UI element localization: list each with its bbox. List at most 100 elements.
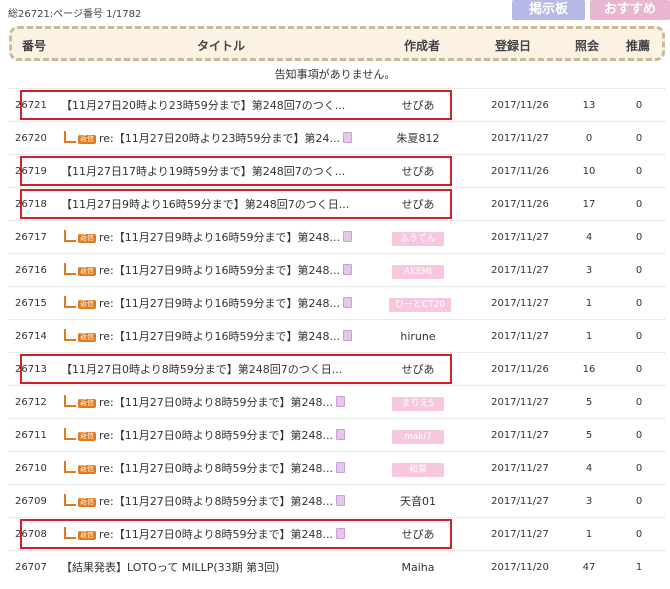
post-title[interactable]: 返信 re:【11月27日9時より16時59分まで】第248... bbox=[61, 221, 381, 255]
reply-badge: 返信 bbox=[78, 399, 96, 408]
post-views: 4 bbox=[585, 232, 593, 243]
author-name[interactable]: maki7 bbox=[392, 430, 444, 444]
post-title-text[interactable]: 【結果発表】LOTOって MILLP(33期 第3回) bbox=[61, 561, 279, 574]
post-author: Maiha bbox=[389, 551, 447, 585]
author-name[interactable]: hirune bbox=[400, 330, 435, 343]
author-name[interactable]: ふうてん bbox=[392, 232, 444, 246]
post-title[interactable]: 返信 re:【11月27日0時より8時59分まで】第248... bbox=[61, 386, 381, 420]
author-name[interactable]: Maiha bbox=[402, 561, 435, 574]
post-date: 2017/11/27 bbox=[491, 397, 549, 408]
post-title[interactable]: 返信 re:【11月27日0時より8時59分まで】第248... bbox=[61, 485, 381, 519]
post-recommend: 1 bbox=[635, 562, 643, 573]
table-row[interactable]: 26715 返信 re:【11月27日9時より16時59分まで】第248... ひーと… bbox=[9, 286, 665, 321]
recommend-button[interactable]: おすすめ bbox=[590, 0, 670, 20]
post-number: 26707 bbox=[15, 562, 47, 573]
post-recommend: 0 bbox=[635, 463, 643, 474]
author-name[interactable]: 和草 bbox=[392, 463, 444, 477]
table-row[interactable]: 26720 返信 re:【11月27日20時より23時59分まで】第24... 朱夏8… bbox=[9, 121, 665, 156]
header-views: 照会 bbox=[575, 39, 600, 53]
post-recommend: 0 bbox=[635, 232, 643, 243]
post-title-text[interactable]: re:【11月27日0時より8時59分まで】第248... bbox=[99, 462, 333, 475]
post-date: 2017/11/27 bbox=[491, 430, 549, 441]
post-date: 2017/11/27 bbox=[491, 529, 549, 540]
post-number: 26714 bbox=[15, 331, 47, 342]
author-name[interactable]: 朱夏812 bbox=[397, 132, 440, 145]
post-date: 2017/11/20 bbox=[491, 562, 549, 573]
table-row[interactable]: 26712 返信 re:【11月27日0時より8時59分まで】第248... まりえ5… bbox=[9, 385, 665, 420]
new-post-icon bbox=[336, 495, 346, 506]
post-title[interactable]: 返信 re:【11月27日20時より23時59分まで】第24... bbox=[61, 122, 381, 156]
new-post-icon bbox=[343, 132, 353, 143]
post-number: 26711 bbox=[15, 430, 47, 441]
author-name[interactable]: まりえ5 bbox=[392, 397, 444, 411]
post-title[interactable]: 返信 re:【11月27日9時より16時59分まで】第248... bbox=[61, 320, 381, 354]
notice-text: 告知事項がありません。 bbox=[274, 68, 396, 81]
post-recommend: 0 bbox=[635, 100, 643, 111]
post-date: 2017/11/27 bbox=[491, 298, 549, 309]
highlight-box bbox=[20, 519, 452, 549]
reply-arrow-icon bbox=[64, 428, 76, 440]
post-title-text[interactable]: re:【11月27日20時より23時59分まで】第24... bbox=[99, 132, 340, 145]
post-title-text[interactable]: re:【11月27日0時より8時59分まで】第248... bbox=[99, 429, 333, 442]
post-title[interactable]: 返信 re:【11月27日9時より16時59分まで】第248... bbox=[61, 287, 381, 321]
top-bar: 総26721:ページ番号 1/1782 掲示板 おすすめ bbox=[0, 0, 670, 26]
post-title-text[interactable]: re:【11月27日9時より16時59分まで】第248... bbox=[99, 297, 340, 310]
post-date: 2017/11/27 bbox=[491, 133, 549, 144]
post-author: 天音01 bbox=[389, 485, 447, 519]
post-date: 2017/11/26 bbox=[491, 199, 549, 210]
post-views: 1 bbox=[585, 298, 593, 309]
reply-arrow-icon bbox=[64, 230, 76, 242]
new-post-icon bbox=[336, 462, 346, 473]
post-title[interactable]: 返信 re:【11月27日0時より8時59分まで】第248... bbox=[61, 419, 381, 453]
post-date: 2017/11/26 bbox=[491, 364, 549, 375]
table-row[interactable]: 26714 返信 re:【11月27日9時より16時59分まで】第248... hir… bbox=[9, 319, 665, 354]
post-views: 17 bbox=[582, 199, 596, 210]
reply-badge: 返信 bbox=[78, 333, 96, 342]
total-count-text: 総26721:ページ番号 1/1782 bbox=[8, 9, 142, 20]
reply-badge: 返信 bbox=[78, 135, 96, 144]
new-post-icon bbox=[343, 264, 353, 275]
author-name[interactable]: 天音01 bbox=[400, 495, 436, 508]
author-name[interactable]: ひーとCT20 bbox=[389, 298, 452, 312]
reply-arrow-icon bbox=[64, 494, 76, 506]
highlight-box bbox=[20, 354, 452, 384]
post-views: 4 bbox=[585, 463, 593, 474]
post-title-text[interactable]: re:【11月27日9時より16時59分まで】第248... bbox=[99, 231, 340, 244]
post-recommend: 0 bbox=[635, 199, 643, 210]
post-recommend: 0 bbox=[635, 496, 643, 507]
table-row[interactable]: 26709 返信 re:【11月27日0時より8時59分まで】第248... 天音01… bbox=[9, 484, 665, 519]
highlight-box bbox=[20, 189, 452, 219]
post-views: 3 bbox=[585, 496, 593, 507]
post-author: まりえ5 bbox=[389, 386, 447, 420]
post-number: 26716 bbox=[15, 265, 47, 276]
table-row[interactable]: 26711 返信 re:【11月27日0時より8時59分まで】第248... maki… bbox=[9, 418, 665, 453]
reply-badge: 返信 bbox=[78, 432, 96, 441]
reply-arrow-icon bbox=[64, 131, 76, 143]
header-recommend: 推薦 bbox=[626, 39, 651, 53]
post-number: 26712 bbox=[15, 397, 47, 408]
reply-badge: 返信 bbox=[78, 300, 96, 309]
post-title[interactable]: 返信 re:【11月27日0時より8時59分まで】第248... bbox=[61, 452, 381, 486]
post-date: 2017/11/26 bbox=[491, 166, 549, 177]
new-post-icon bbox=[343, 231, 353, 242]
table-row[interactable]: 26716 返信 re:【11月27日9時より16時59分まで】第248... AKE… bbox=[9, 253, 665, 288]
reply-arrow-icon bbox=[64, 296, 76, 308]
reply-arrow-icon bbox=[64, 395, 76, 407]
bbs-button[interactable]: 掲示板 bbox=[512, 0, 585, 20]
post-title-text[interactable]: re:【11月27日0時より8時59分まで】第248... bbox=[99, 396, 333, 409]
post-title-text[interactable]: re:【11月27日0時より8時59分まで】第248... bbox=[99, 495, 333, 508]
table-row[interactable]: 26707 【結果発表】LOTOって MILLP(33期 第3回) Maiha 201… bbox=[9, 550, 665, 585]
table-row[interactable]: 26710 返信 re:【11月27日0時より8時59分まで】第248... 和草 20… bbox=[9, 451, 665, 486]
post-author: ひーとCT20 bbox=[389, 287, 452, 321]
new-post-icon bbox=[343, 297, 353, 308]
table-row[interactable]: 26717 返信 re:【11月27日9時より16時59分まで】第248... ふうて… bbox=[9, 220, 665, 255]
post-title[interactable]: 【結果発表】LOTOって MILLP(33期 第3回) bbox=[61, 551, 381, 585]
post-title-text[interactable]: re:【11月27日9時より16時59分まで】第248... bbox=[99, 330, 340, 343]
post-title[interactable]: 返信 re:【11月27日9時より16時59分まで】第248... bbox=[61, 254, 381, 288]
post-views: 10 bbox=[582, 166, 596, 177]
author-name[interactable]: AKEMI bbox=[392, 265, 444, 279]
post-title-text[interactable]: re:【11月27日9時より16時59分まで】第248... bbox=[99, 264, 340, 277]
post-number: 26720 bbox=[15, 133, 47, 144]
post-number: 26710 bbox=[15, 463, 47, 474]
header-date: 登録日 bbox=[495, 39, 532, 53]
